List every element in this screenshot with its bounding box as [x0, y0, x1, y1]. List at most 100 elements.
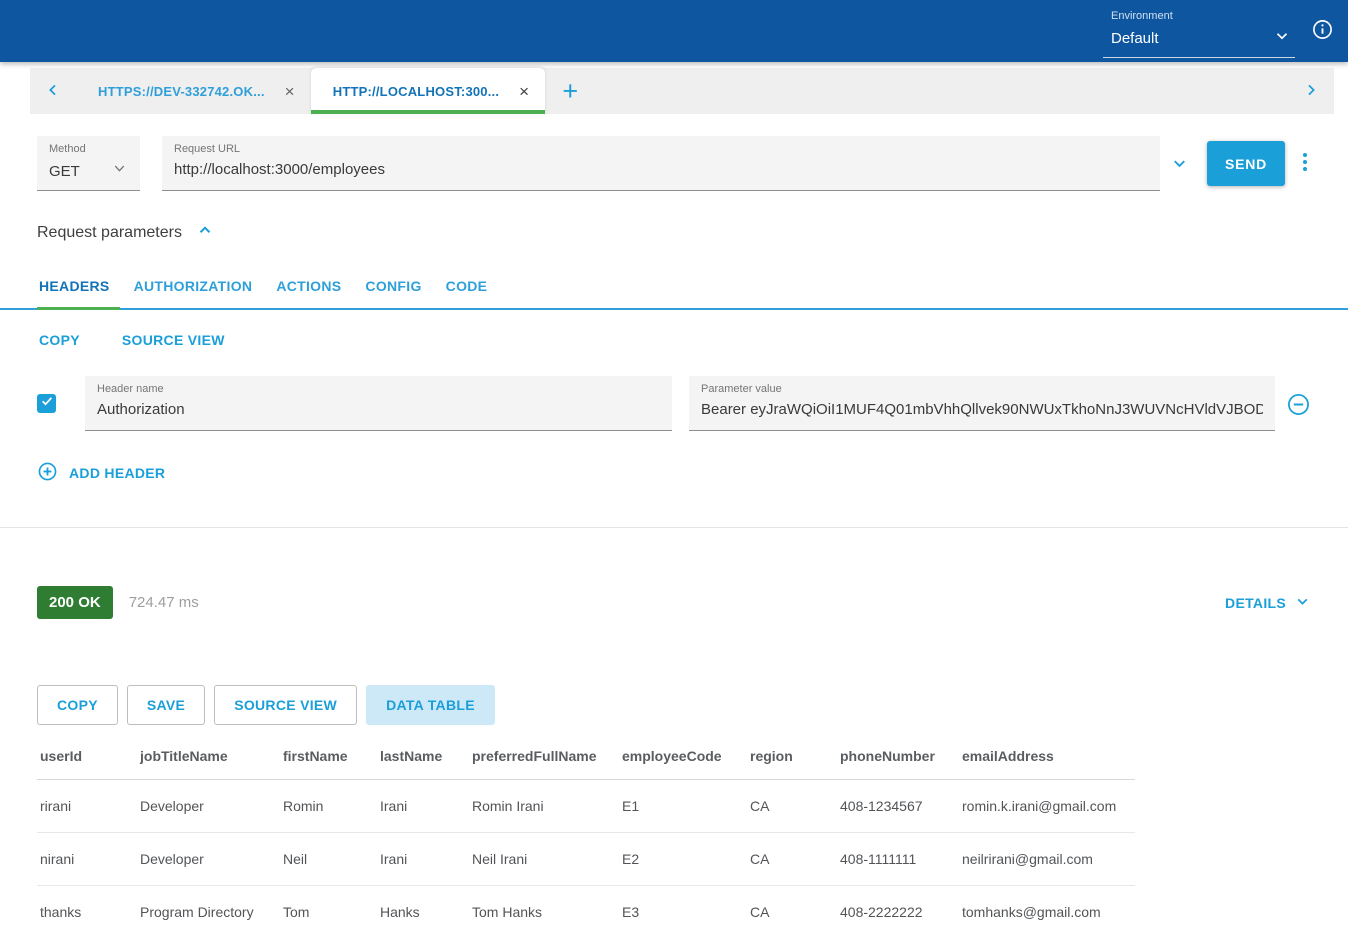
- request-url-input[interactable]: [174, 161, 1148, 178]
- column-header: lastName: [377, 735, 469, 780]
- table-row: nirani Developer Neil Irani Neil Irani E…: [37, 833, 1135, 886]
- source-view-response-button[interactable]: SOURCE VIEW: [214, 685, 357, 725]
- toggle-url-details-button[interactable]: [1170, 154, 1189, 176]
- chevron-down-icon: [1170, 154, 1189, 176]
- request-parameters-toggle[interactable]: Request parameters: [0, 221, 1348, 244]
- table-cell: CA: [747, 833, 837, 886]
- table-cell: Neil Irani: [469, 833, 619, 886]
- info-button[interactable]: [1311, 18, 1334, 44]
- method-label: Method: [49, 143, 128, 155]
- request-tab-localhost[interactable]: HTTP://LOCALHOST:300... ×: [311, 68, 546, 114]
- table-header-row: userId jobTitleName firstName lastName p…: [37, 735, 1135, 780]
- table-cell: Hanks: [377, 886, 469, 927]
- tab-strip-spacer: [595, 68, 1288, 114]
- table-cell: 408-2222222: [837, 886, 959, 927]
- request-response-divider: [0, 527, 1348, 528]
- add-header-label: ADD HEADER: [69, 465, 165, 481]
- request-tab-label: HTTP://LOCALHOST:300...: [333, 84, 499, 99]
- table-cell: CA: [747, 886, 837, 927]
- status-badge: 200 OK: [37, 586, 113, 619]
- table-cell: tomhanks@gmail.com: [959, 886, 1135, 927]
- table-cell: nirani: [37, 833, 137, 886]
- data-table-response-button[interactable]: DATA TABLE: [366, 685, 495, 725]
- save-response-button[interactable]: SAVE: [127, 685, 205, 725]
- column-header: emailAddress: [959, 735, 1135, 780]
- parameter-value-label: Parameter value: [701, 383, 1263, 395]
- table-cell: thanks: [37, 886, 137, 927]
- table-cell: CA: [747, 780, 837, 833]
- plus-circle-icon: [37, 461, 58, 485]
- request-parameters-title: Request parameters: [37, 224, 182, 242]
- table-cell: E1: [619, 780, 747, 833]
- request-tab-okta[interactable]: HTTPS://DEV-332742.OK... ×: [76, 68, 311, 114]
- table-cell: Romin: [280, 780, 377, 833]
- response-latency: 724.47 ms: [129, 594, 199, 611]
- column-header: userId: [37, 735, 137, 780]
- column-header: region: [747, 735, 837, 780]
- table-cell: E2: [619, 833, 747, 886]
- chevron-down-icon: [1273, 27, 1291, 50]
- column-header: preferredFullName: [469, 735, 619, 780]
- parameter-value-input[interactable]: [701, 401, 1263, 418]
- table-cell: Developer: [137, 780, 280, 833]
- tab-headers[interactable]: HEADERS: [37, 278, 112, 308]
- table-cell: Tom Hanks: [469, 886, 619, 927]
- response-toolbar: COPY SAVE SOURCE VIEW DATA TABLE: [0, 685, 1348, 725]
- request-url-field[interactable]: Request URL: [162, 136, 1160, 191]
- tab-authorization[interactable]: AUTHORIZATION: [132, 278, 255, 308]
- minus-circle-icon: [1286, 392, 1311, 420]
- source-view-headers-button[interactable]: SOURCE VIEW: [120, 328, 227, 352]
- request-tab-label: HTTPS://DEV-332742.OK...: [98, 84, 265, 99]
- table-cell: Irani: [377, 833, 469, 886]
- table-cell: Developer: [137, 833, 280, 886]
- table-row: thanks Program Directory Tom Hanks Tom H…: [37, 886, 1135, 927]
- check-icon: [40, 394, 54, 413]
- table-cell: rirani: [37, 780, 137, 833]
- request-tab-strip: HTTPS://DEV-332742.OK... × HTTP://LOCALH…: [30, 68, 1334, 114]
- chevron-left-icon: [45, 82, 61, 101]
- request-parameters-tabs: HEADERS AUTHORIZATION ACTIONS CONFIG COD…: [0, 278, 1348, 310]
- header-name-label: Header name: [97, 383, 660, 395]
- chevron-up-icon: [182, 221, 214, 244]
- table-cell: romin.k.irani@gmail.com: [959, 780, 1135, 833]
- method-value: GET: [49, 163, 80, 180]
- app-header: Environment Default: [0, 0, 1348, 62]
- table-row: rirani Developer Romin Irani Romin Irani…: [37, 780, 1135, 833]
- table-cell: Program Directory: [137, 886, 280, 927]
- tab-config[interactable]: CONFIG: [363, 278, 423, 308]
- table-cell: 408-1234567: [837, 780, 959, 833]
- send-button[interactable]: SEND: [1207, 141, 1285, 186]
- header-name-field[interactable]: Header name: [85, 376, 672, 431]
- table-cell: Irani: [377, 780, 469, 833]
- environment-selector[interactable]: Environment Default: [1103, 5, 1295, 58]
- details-button[interactable]: DETAILS: [1225, 593, 1311, 613]
- environment-value: Default: [1111, 30, 1159, 47]
- chevron-down-icon: [1294, 593, 1311, 613]
- copy-response-button[interactable]: COPY: [37, 685, 118, 725]
- table-cell: neilrirani@gmail.com: [959, 833, 1135, 886]
- headers-actions: COPY SOURCE VIEW: [0, 328, 1348, 352]
- copy-headers-button[interactable]: COPY: [37, 328, 82, 352]
- remove-header-button[interactable]: [1286, 392, 1311, 420]
- tabs-scroll-left-button[interactable]: [30, 68, 76, 114]
- column-header: firstName: [280, 735, 377, 780]
- close-icon[interactable]: ×: [285, 83, 295, 100]
- column-header: employeeCode: [619, 735, 747, 780]
- close-icon[interactable]: ×: [519, 83, 529, 100]
- response-data-table: userId jobTitleName firstName lastName p…: [37, 735, 1135, 927]
- add-header-button[interactable]: ADD HEADER: [37, 461, 165, 485]
- parameter-value-field[interactable]: Parameter value: [689, 376, 1275, 431]
- column-header: jobTitleName: [137, 735, 280, 780]
- header-name-input[interactable]: [97, 401, 660, 418]
- tab-code[interactable]: CODE: [444, 278, 490, 308]
- chevron-right-icon: [1303, 82, 1319, 101]
- request-menu-button[interactable]: [1299, 136, 1311, 175]
- method-select[interactable]: Method GET: [37, 136, 140, 191]
- column-header: phoneNumber: [837, 735, 959, 780]
- chevron-down-icon: [111, 160, 128, 182]
- info-icon: [1311, 18, 1334, 44]
- tab-actions[interactable]: ACTIONS: [274, 278, 343, 308]
- header-enabled-checkbox[interactable]: [37, 394, 56, 413]
- add-tab-button[interactable]: +: [545, 68, 595, 114]
- tabs-scroll-right-button[interactable]: [1288, 68, 1334, 114]
